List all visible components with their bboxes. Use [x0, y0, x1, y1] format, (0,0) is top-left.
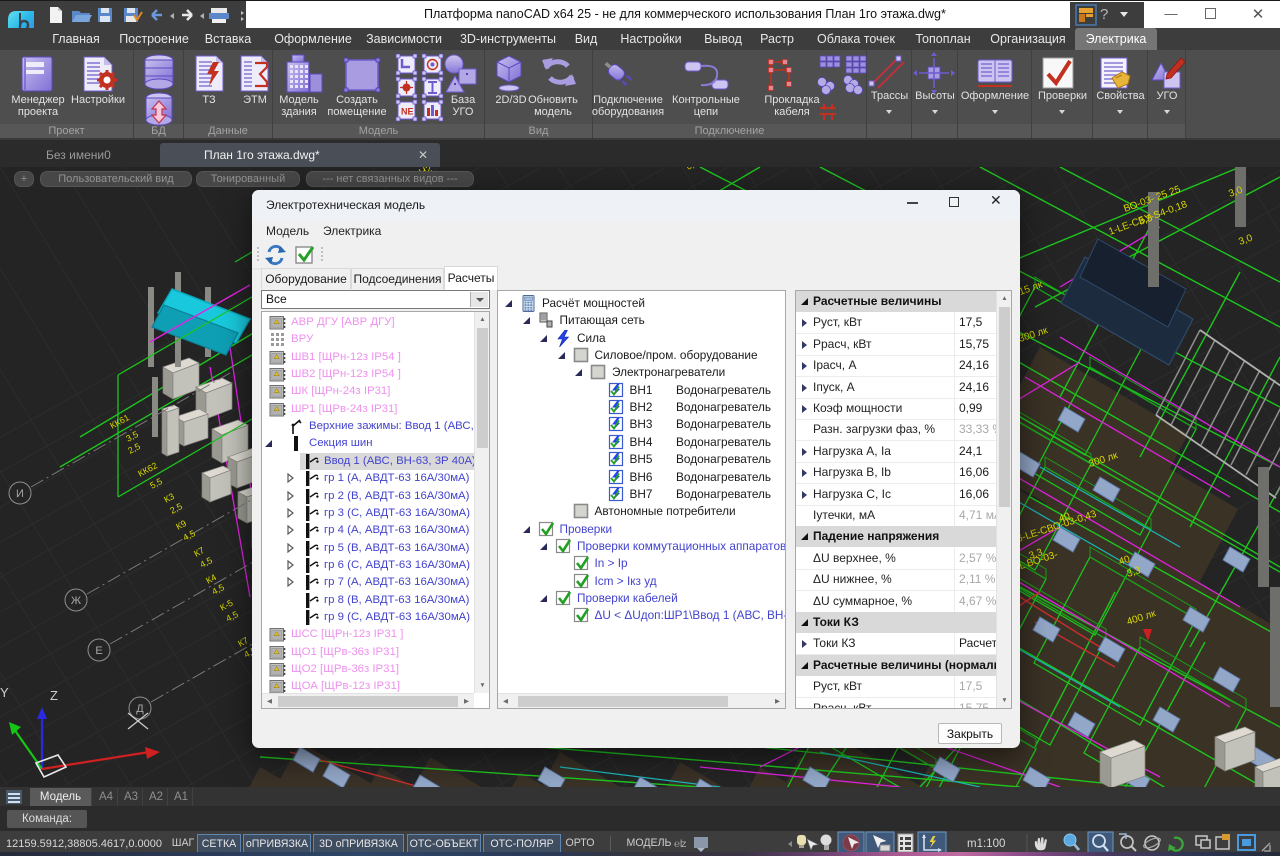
svg-text:NE: NE	[401, 107, 414, 117]
svg-text:℮ʫ: ℮ʫ	[674, 839, 687, 850]
svg-text:Е: Е	[95, 645, 102, 657]
svg-text:И: И	[16, 488, 24, 500]
svg-text:Z: Z	[50, 688, 58, 703]
svg-text:Y: Y	[0, 685, 9, 700]
svg-text:m1:100: m1:100	[967, 838, 1005, 850]
svg-text:Ж: Ж	[71, 595, 81, 607]
svg-text:Д: Д	[136, 703, 144, 715]
